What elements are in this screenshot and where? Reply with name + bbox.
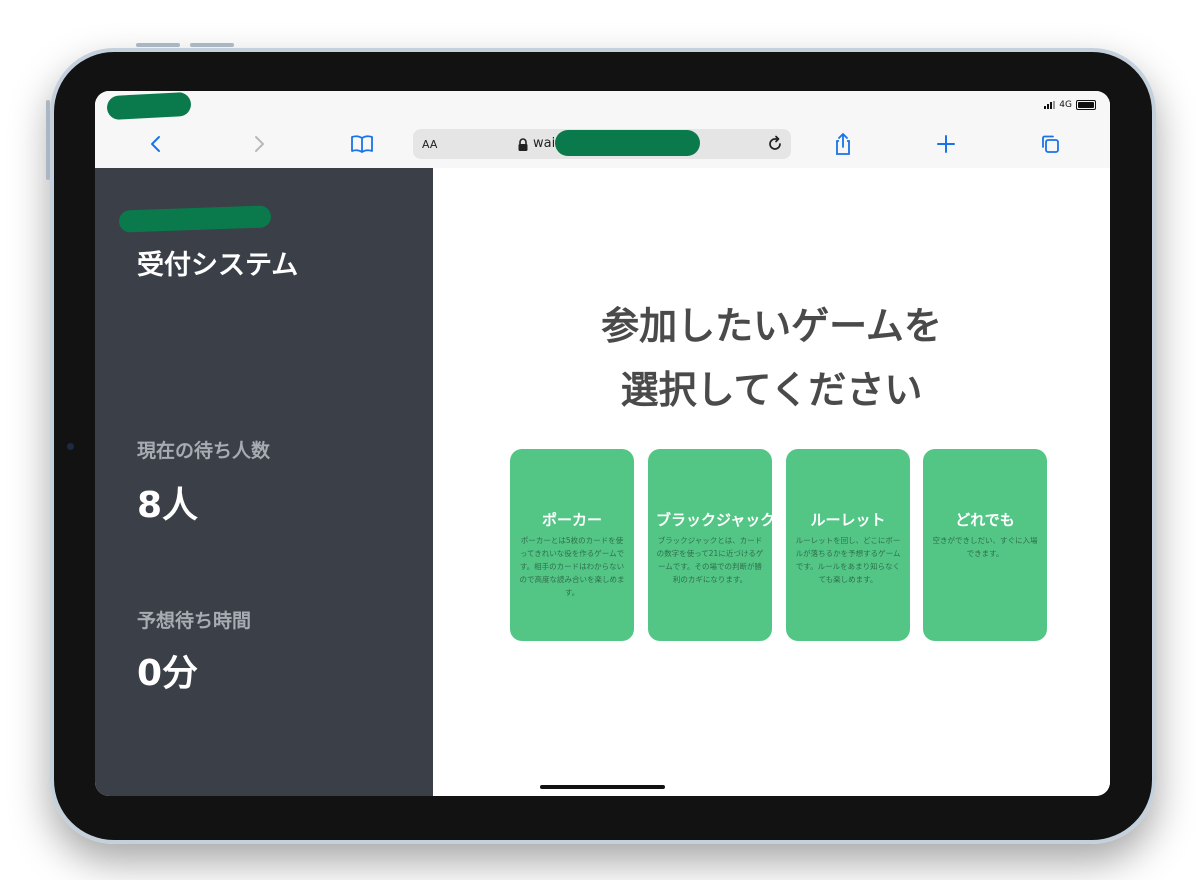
redacted-time — [106, 91, 192, 121]
chevron-left-icon — [151, 136, 160, 152]
game-card-any[interactable]: どれでも 空きができしだい、すぐに入場できます。 — [923, 449, 1047, 641]
sidebar: 受付システム 現在の待ち人数 8人 予想待ち時間 0分 — [95, 168, 433, 796]
page-heading: 参加したいゲームを 選択してください — [433, 294, 1110, 422]
waiting-count-value: 8人 — [137, 485, 199, 526]
wait-time-label: 予想待ち時間 — [137, 610, 252, 632]
heading-line-1: 参加したいゲームを — [601, 304, 942, 348]
book-icon — [351, 135, 373, 153]
game-card-roulette[interactable]: ルーレット ルーレットを回し、どこにボールが落ちるかを予想するゲームです。ルール… — [786, 449, 910, 641]
status-bar: 4G — [95, 91, 1110, 121]
game-card-blackjack[interactable]: ブラックジャック ブラックジャックとは、カードの数字を使って21に近づけるゲーム… — [648, 449, 776, 641]
tablet-screen: 4G AA wait 受付システム 現在の待ち人数 8人 予想待ち時間 0分 参… — [95, 91, 1110, 796]
bookmarks-button[interactable] — [349, 131, 375, 157]
new-tab-button[interactable] — [933, 131, 959, 157]
plus-icon — [937, 135, 955, 153]
redacted-brand-name — [118, 205, 272, 233]
battery-icon — [1076, 100, 1096, 110]
game-card-description: ブラックジャックとは、カードの数字を使って21に近づけるゲームです。その場での判… — [656, 536, 764, 584]
game-card-title: ポーカー — [541, 511, 602, 529]
share-icon — [836, 133, 850, 155]
game-card-title: ブラックジャック — [656, 511, 776, 529]
browser-toolbar: AA wait — [95, 121, 1110, 169]
waiting-count-label: 現在の待ち人数 — [137, 440, 271, 462]
game-card-description: ルーレットを回し、どこにボールが落ちるかを予想するゲームです。ルールをあまり知ら… — [795, 536, 901, 584]
forward-button[interactable] — [246, 131, 272, 157]
reader-button[interactable]: AA — [422, 138, 437, 151]
wait-time-value: 0分 — [137, 653, 199, 694]
game-card-title: どれでも — [955, 511, 1015, 529]
share-button[interactable] — [830, 131, 856, 157]
game-card-poker[interactable]: ポーカー ポーカーとは5枚のカードを使ってきれいな役を作るゲームです。相手のカー… — [510, 449, 634, 641]
address-bar[interactable]: AA wait — [413, 129, 791, 159]
main-content: 参加したいゲームを 選択してください ポーカー ポーカーとは5枚のカードを使って… — [433, 168, 1110, 796]
home-indicator[interactable] — [540, 785, 665, 789]
top-button-left — [136, 43, 180, 47]
side-button — [46, 100, 50, 180]
game-card-description: ポーカーとは5枚のカードを使ってきれいな役を作るゲームです。相手のカードはわから… — [519, 536, 625, 597]
back-button[interactable] — [143, 131, 169, 157]
redacted-url — [555, 130, 700, 156]
signal-icon — [1044, 101, 1056, 109]
status-indicators: 4G — [1044, 100, 1096, 110]
lock-icon — [518, 138, 528, 151]
chevron-right-icon — [255, 136, 264, 152]
app-title: 受付システム — [137, 250, 299, 281]
game-card-title: ルーレット — [810, 511, 886, 529]
tabs-button[interactable] — [1037, 131, 1063, 157]
game-card-description: 空きができしだい、すぐに入場できます。 — [932, 536, 1038, 558]
network-type: 4G — [1059, 100, 1072, 110]
top-button-right — [190, 43, 234, 47]
reload-icon[interactable] — [765, 134, 785, 154]
front-camera — [67, 443, 74, 450]
heading-line-2: 選択してください — [620, 368, 923, 412]
tabs-icon — [1042, 135, 1059, 153]
